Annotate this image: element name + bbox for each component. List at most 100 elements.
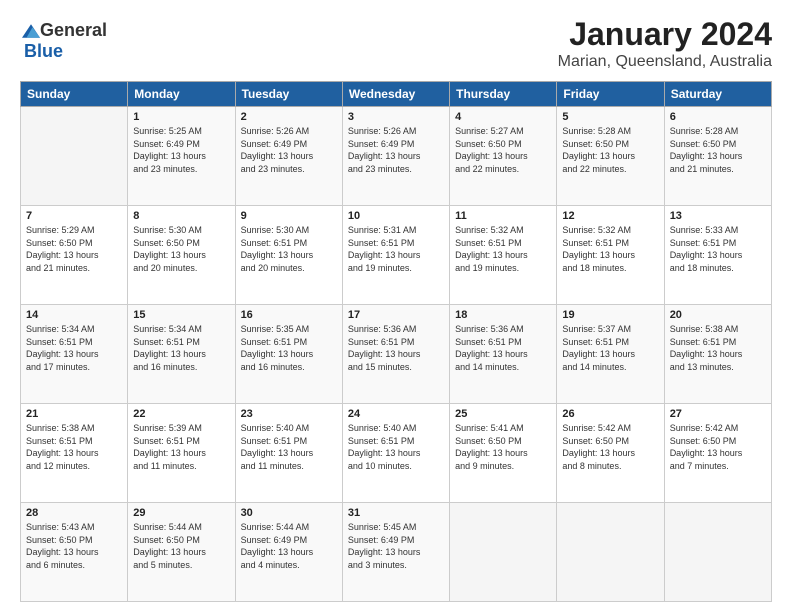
day-info: Sunrise: 5:28 AM Sunset: 6:50 PM Dayligh… (562, 125, 658, 175)
page: General Blue January 2024 Marian, Queens… (0, 0, 792, 612)
day-number: 26 (562, 408, 658, 420)
day-number: 15 (133, 309, 229, 321)
day-number: 2 (241, 111, 337, 123)
calendar-cell: 10 Sunrise: 5:31 AM Sunset: 6:51 PM Dayli… (342, 206, 449, 305)
day-info: Sunrise: 5:26 AM Sunset: 6:49 PM Dayligh… (348, 125, 444, 175)
day-number: 22 (133, 408, 229, 420)
day-info: Sunrise: 5:29 AM Sunset: 6:50 PM Dayligh… (26, 224, 122, 274)
calendar-cell: 29Sunrise: 5:44 AM Sunset: 6:50 PM Dayli… (128, 503, 235, 602)
calendar-cell (664, 503, 771, 602)
day-number: 27 (670, 408, 766, 420)
calendar-cell: 27 Sunrise: 5:42 AM Sunset: 6:50 PM Dayli… (664, 404, 771, 503)
calendar-cell: 16Sunrise: 5:35 AM Sunset: 6:51 PM Dayli… (235, 305, 342, 404)
day-number: 30 (241, 507, 337, 519)
day-number: 14 (26, 309, 122, 321)
day-number: 19 (562, 309, 658, 321)
day-info: Sunrise: 5:34 AM Sunset: 6:51 PM Dayligh… (26, 323, 122, 373)
day-number: 12 (562, 210, 658, 222)
logo-blue: Blue (24, 41, 63, 62)
calendar-cell: 12 Sunrise: 5:32 AM Sunset: 6:51 PM Dayli… (557, 206, 664, 305)
calendar-cell: 11 Sunrise: 5:32 AM Sunset: 6:51 PM Dayli… (450, 206, 557, 305)
day-info: Sunrise: 5:42 AM Sunset: 6:50 PM Dayligh… (670, 422, 766, 472)
day-number: 1 (133, 111, 229, 123)
header-sunday: Sunday (21, 82, 128, 107)
day-info: Sunrise: 5:28 AM Sunset: 6:50 PM Dayligh… (670, 125, 766, 175)
calendar-cell: 1 Sunrise: 5:25 AM Sunset: 6:49 PM Daylig… (128, 107, 235, 206)
day-number: 24 (348, 408, 444, 420)
day-info: Sunrise: 5:34 AM Sunset: 6:51 PM Dayligh… (133, 323, 229, 373)
calendar-cell (557, 503, 664, 602)
day-number: 8 (133, 210, 229, 222)
calendar-cell: 31Sunrise: 5:45 AM Sunset: 6:49 PM Dayli… (342, 503, 449, 602)
calendar-week-row: 28 Sunrise: 5:43 AM Sunset: 6:50 PM Dayli… (21, 503, 772, 602)
day-info: Sunrise: 5:37 AM Sunset: 6:51 PM Dayligh… (562, 323, 658, 373)
day-number: 16 (241, 309, 337, 321)
day-number: 28 (26, 507, 122, 519)
calendar-cell: 24 Sunrise: 5:40 AM Sunset: 6:51 PM Dayli… (342, 404, 449, 503)
day-info: Sunrise: 5:25 AM Sunset: 6:49 PM Dayligh… (133, 125, 229, 175)
calendar-cell (21, 107, 128, 206)
calendar-cell: 6Sunrise: 5:28 AM Sunset: 6:50 PM Daylig… (664, 107, 771, 206)
calendar-cell: 14 Sunrise: 5:34 AM Sunset: 6:51 PM Dayli… (21, 305, 128, 404)
day-info: Sunrise: 5:43 AM Sunset: 6:50 PM Dayligh… (26, 521, 122, 571)
day-info: Sunrise: 5:36 AM Sunset: 6:51 PM Dayligh… (348, 323, 444, 373)
day-number: 4 (455, 111, 551, 123)
day-info: Sunrise: 5:44 AM Sunset: 6:49 PM Dayligh… (241, 521, 337, 571)
day-info: Sunrise: 5:27 AM Sunset: 6:50 PM Dayligh… (455, 125, 551, 175)
day-info: Sunrise: 5:45 AM Sunset: 6:49 PM Dayligh… (348, 521, 444, 571)
day-info: Sunrise: 5:32 AM Sunset: 6:51 PM Dayligh… (455, 224, 551, 274)
logo-general: General (40, 20, 107, 41)
day-info: Sunrise: 5:44 AM Sunset: 6:50 PM Dayligh… (133, 521, 229, 571)
calendar-cell: 23Sunrise: 5:40 AM Sunset: 6:51 PM Dayli… (235, 404, 342, 503)
calendar-cell: 17 Sunrise: 5:36 AM Sunset: 6:51 PM Dayli… (342, 305, 449, 404)
calendar-title: January 2024 (558, 16, 772, 53)
calendar-cell: 26Sunrise: 5:42 AM Sunset: 6:50 PM Dayli… (557, 404, 664, 503)
header-thursday: Thursday (450, 82, 557, 107)
day-number: 13 (670, 210, 766, 222)
calendar-cell: 20 Sunrise: 5:38 AM Sunset: 6:51 PM Dayli… (664, 305, 771, 404)
day-number: 9 (241, 210, 337, 222)
day-info: Sunrise: 5:40 AM Sunset: 6:51 PM Dayligh… (241, 422, 337, 472)
day-info: Sunrise: 5:39 AM Sunset: 6:51 PM Dayligh… (133, 422, 229, 472)
day-info: Sunrise: 5:33 AM Sunset: 6:51 PM Dayligh… (670, 224, 766, 274)
calendar-cell: 9 Sunrise: 5:30 AM Sunset: 6:51 PM Daylig… (235, 206, 342, 305)
day-info: Sunrise: 5:30 AM Sunset: 6:51 PM Dayligh… (241, 224, 337, 274)
calendar-cell: 28 Sunrise: 5:43 AM Sunset: 6:50 PM Dayli… (21, 503, 128, 602)
calendar-cell: 21 Sunrise: 5:38 AM Sunset: 6:51 PM Dayli… (21, 404, 128, 503)
day-number: 3 (348, 111, 444, 123)
calendar-cell: 7 Sunrise: 5:29 AM Sunset: 6:50 PM Daylig… (21, 206, 128, 305)
header-monday: Monday (128, 82, 235, 107)
day-number: 5 (562, 111, 658, 123)
day-number: 21 (26, 408, 122, 420)
day-info: Sunrise: 5:38 AM Sunset: 6:51 PM Dayligh… (670, 323, 766, 373)
day-number: 11 (455, 210, 551, 222)
day-number: 17 (348, 309, 444, 321)
header-wednesday: Wednesday (342, 82, 449, 107)
calendar-cell: 8 Sunrise: 5:30 AM Sunset: 6:50 PM Daylig… (128, 206, 235, 305)
calendar-cell: 25Sunrise: 5:41 AM Sunset: 6:50 PM Dayli… (450, 404, 557, 503)
logo: General Blue (20, 20, 107, 62)
day-info: Sunrise: 5:32 AM Sunset: 6:51 PM Dayligh… (562, 224, 658, 274)
day-info: Sunrise: 5:41 AM Sunset: 6:50 PM Dayligh… (455, 422, 551, 472)
day-number: 10 (348, 210, 444, 222)
calendar-week-row: 7 Sunrise: 5:29 AM Sunset: 6:50 PM Daylig… (21, 206, 772, 305)
calendar-cell: 2 Sunrise: 5:26 AM Sunset: 6:49 PM Daylig… (235, 107, 342, 206)
calendar-cell: 19 Sunrise: 5:37 AM Sunset: 6:51 PM Dayli… (557, 305, 664, 404)
header-friday: Friday (557, 82, 664, 107)
day-info: Sunrise: 5:40 AM Sunset: 6:51 PM Dayligh… (348, 422, 444, 472)
day-info: Sunrise: 5:31 AM Sunset: 6:51 PM Dayligh… (348, 224, 444, 274)
day-number: 7 (26, 210, 122, 222)
calendar-cell: 18Sunrise: 5:36 AM Sunset: 6:51 PM Dayli… (450, 305, 557, 404)
calendar-week-row: 14 Sunrise: 5:34 AM Sunset: 6:51 PM Dayli… (21, 305, 772, 404)
calendar-cell: 30 Sunrise: 5:44 AM Sunset: 6:49 PM Dayli… (235, 503, 342, 602)
day-number: 20 (670, 309, 766, 321)
calendar-week-row: 21 Sunrise: 5:38 AM Sunset: 6:51 PM Dayli… (21, 404, 772, 503)
day-info: Sunrise: 5:38 AM Sunset: 6:51 PM Dayligh… (26, 422, 122, 472)
day-info: Sunrise: 5:30 AM Sunset: 6:50 PM Dayligh… (133, 224, 229, 274)
day-info: Sunrise: 5:26 AM Sunset: 6:49 PM Dayligh… (241, 125, 337, 175)
calendar-subtitle: Marian, Queensland, Australia (558, 53, 772, 71)
calendar-header-row: Sunday Monday Tuesday Wednesday Thursday… (21, 82, 772, 107)
calendar-cell (450, 503, 557, 602)
header-saturday: Saturday (664, 82, 771, 107)
calendar-week-row: 1 Sunrise: 5:25 AM Sunset: 6:49 PM Daylig… (21, 107, 772, 206)
